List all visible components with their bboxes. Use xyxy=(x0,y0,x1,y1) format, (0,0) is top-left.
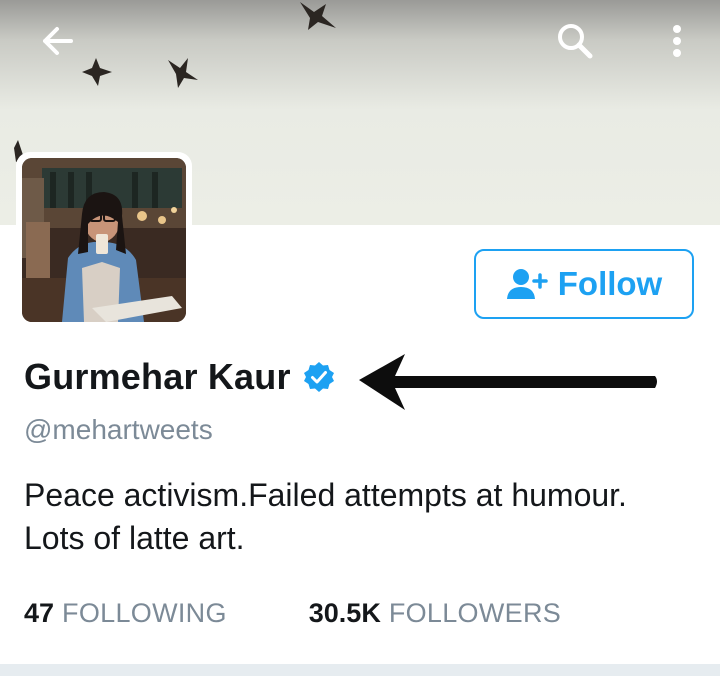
profile-name: Gurmehar Kaur xyxy=(24,356,291,397)
verified-badge-icon xyxy=(303,362,334,392)
avatar-photo xyxy=(22,158,186,322)
profile-bio: Peace activism.Failed attempts at humour… xyxy=(24,477,627,556)
bird-silhouette xyxy=(82,58,112,86)
follow-button[interactable]: Follow xyxy=(474,249,694,319)
followers-label: FOLLOWERS xyxy=(388,598,562,628)
search-icon xyxy=(558,24,593,59)
profile-handle: @mehartweets xyxy=(24,414,213,445)
search-button[interactable] xyxy=(552,18,598,64)
add-user-icon xyxy=(506,269,548,299)
avatar xyxy=(22,158,186,322)
followers-count: 30.5K xyxy=(308,598,381,628)
profile-stats: 47 FOLLOWING 30.5K FOLLOWERS xyxy=(24,598,643,629)
section-divider xyxy=(0,664,720,676)
bird-silhouette xyxy=(168,58,198,88)
more-options-button[interactable] xyxy=(654,18,700,64)
back-arrow-icon xyxy=(43,27,73,55)
following-stat[interactable]: 47 FOLLOWING xyxy=(24,598,227,629)
following-label: FOLLOWING xyxy=(62,598,227,628)
following-count: 47 xyxy=(24,598,55,628)
annotation-arrow xyxy=(359,354,657,410)
avatar-frame[interactable] xyxy=(16,152,192,328)
followers-stat[interactable]: 30.5K FOLLOWERS xyxy=(309,598,561,629)
more-vertical-icon xyxy=(673,25,681,57)
follow-button-label: Follow xyxy=(557,265,663,302)
profile-name-row: Gurmehar Kaur xyxy=(24,356,335,398)
bird-silhouette xyxy=(300,2,336,30)
back-button[interactable] xyxy=(34,18,80,64)
